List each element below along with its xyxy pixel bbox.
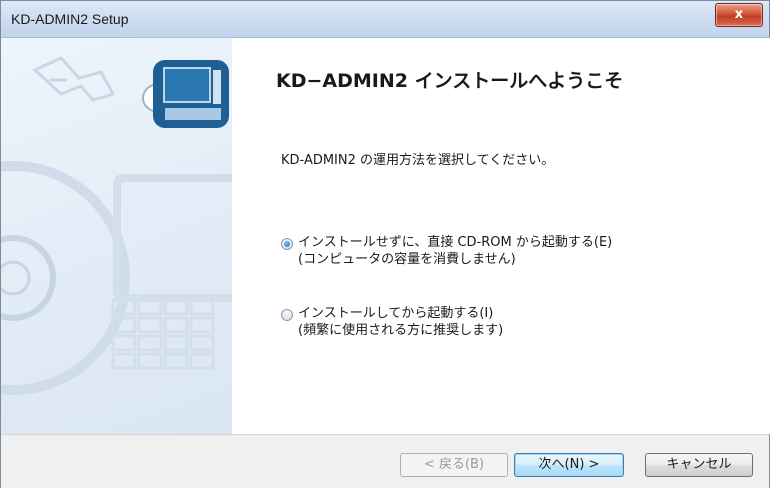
install-radio[interactable] [281, 309, 293, 321]
title-bar[interactable]: KD-ADMIN2 Setup x [1, 1, 769, 38]
selection-prompt: KD-ADMIN2 の運用方法を選択してください。 [281, 153, 555, 168]
main-content: KD−ADMIN2 インストールへようこそ KD-ADMIN2 の運用方法を選択… [232, 38, 770, 434]
window-title: KD-ADMIN2 Setup [11, 11, 129, 27]
page-title: KD−ADMIN2 インストールへようこそ [276, 70, 624, 92]
setup-artwork-illustration [1, 56, 232, 395]
setup-artwork-panel [1, 38, 232, 434]
back-button[interactable]: < 戻る(B) [400, 453, 508, 477]
setup-window: KD-ADMIN2 Setup x KD−ADMIN2 インストールへようこそ … [0, 0, 770, 488]
run-from-cd-label: インストールせずに、直接 CD-ROM から起動する(E) [298, 235, 613, 250]
button-bar: < 戻る(B) 次へ(N) > キャンセル [1, 434, 769, 488]
cancel-button[interactable]: キャンセル [645, 453, 753, 477]
computer-icon [142, 60, 229, 128]
install-label: インストールしてから起動する(I) [298, 306, 494, 321]
next-button[interactable]: 次へ(N) > [514, 453, 624, 477]
run-from-cd-note: (コンピュータの容量を消費しません) [298, 252, 516, 267]
install-note: (頻繁に使用される方に推奨します) [298, 323, 504, 338]
run-from-cd-radio[interactable] [281, 238, 293, 250]
close-button[interactable]: x [715, 3, 763, 27]
